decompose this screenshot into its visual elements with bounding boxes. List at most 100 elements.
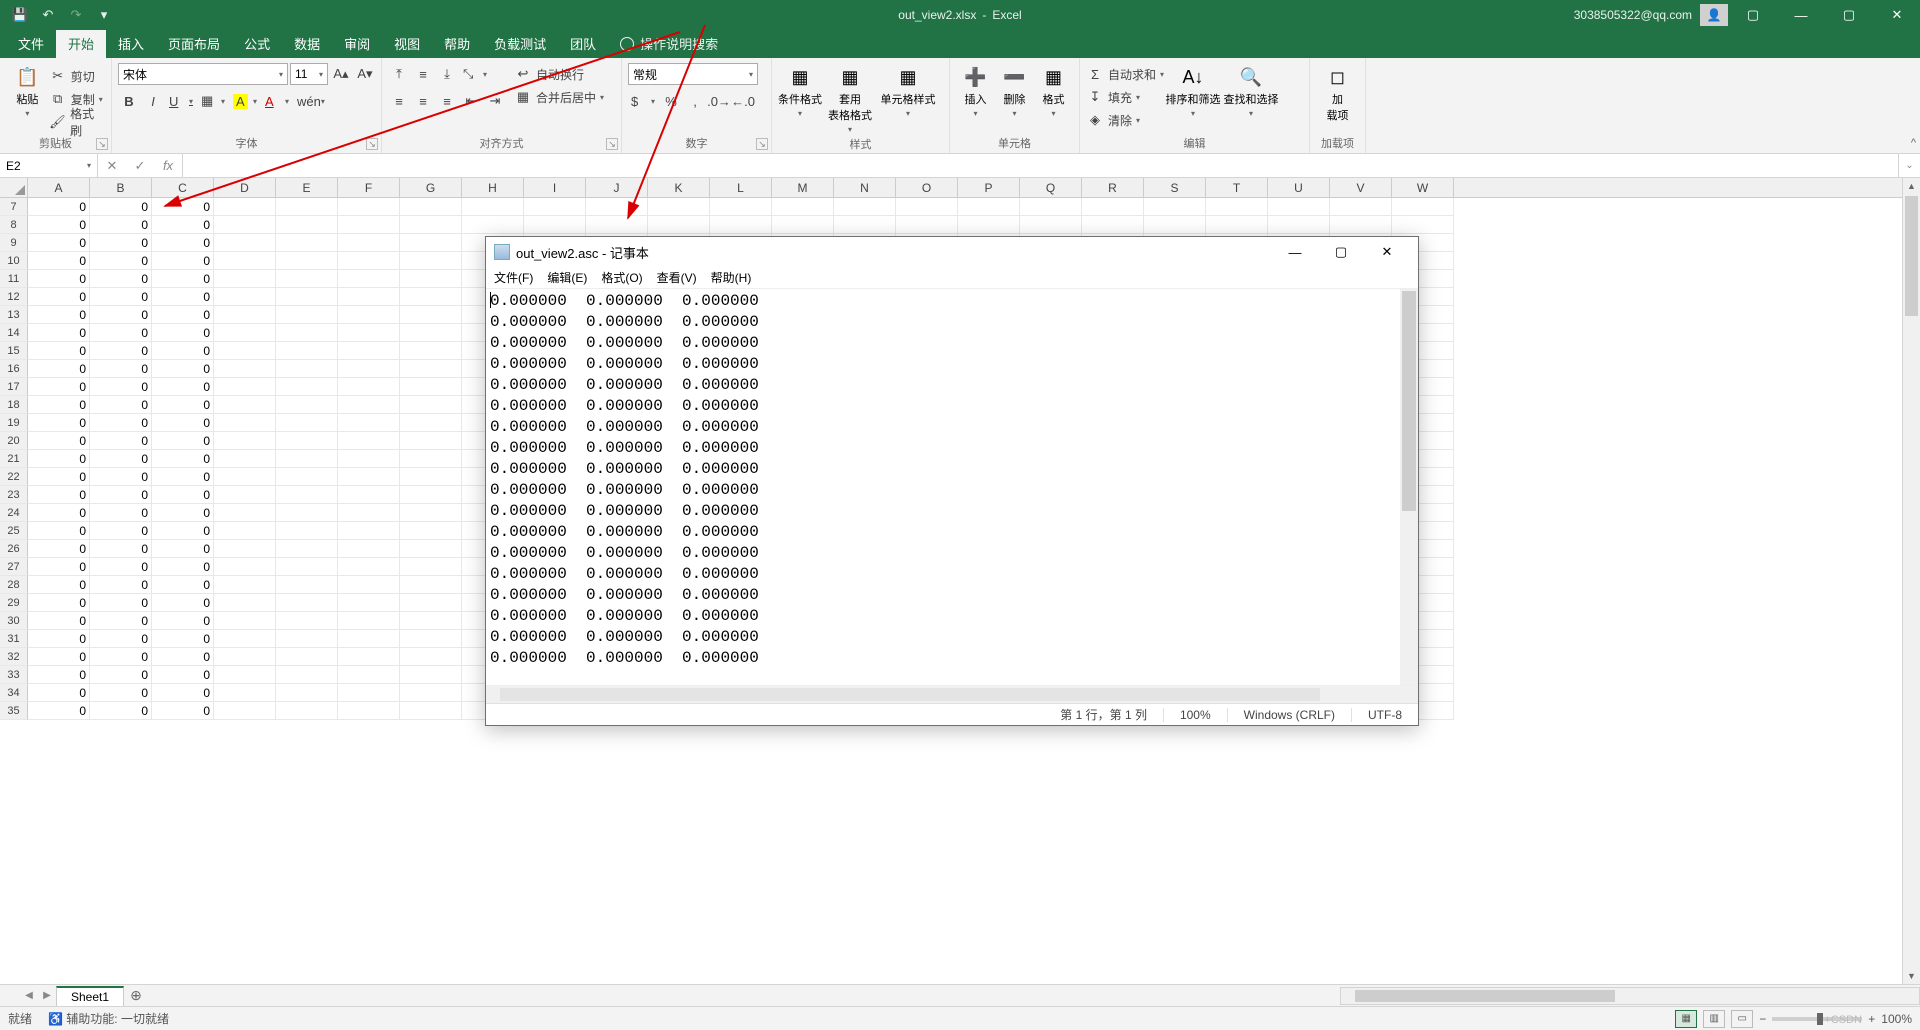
cell[interactable]: 0	[28, 540, 90, 558]
scroll-thumb[interactable]	[1905, 196, 1918, 316]
border-button[interactable]: ▦▾	[198, 90, 228, 112]
cell[interactable]	[276, 522, 338, 540]
col-header-S[interactable]: S	[1144, 178, 1206, 197]
cell[interactable]	[400, 684, 462, 702]
tab-页面布局[interactable]: 页面布局	[156, 29, 232, 58]
cell[interactable]: 0	[28, 324, 90, 342]
number-format-select[interactable]: 常规▾	[628, 63, 758, 85]
cell[interactable]	[214, 630, 276, 648]
avatar-icon[interactable]: 👤	[1700, 4, 1728, 26]
cell[interactable]: 0	[152, 612, 214, 630]
cell[interactable]: 0	[28, 522, 90, 540]
col-header-J[interactable]: J	[586, 178, 648, 197]
cell[interactable]	[958, 216, 1020, 234]
decrease-font-icon[interactable]: A▾	[354, 63, 376, 85]
row-header[interactable]: 22	[0, 468, 28, 486]
cell[interactable]	[400, 522, 462, 540]
cell[interactable]	[896, 198, 958, 216]
col-header-L[interactable]: L	[710, 178, 772, 197]
sort-filter-button[interactable]: A↓排序和筛选▾	[1164, 61, 1222, 118]
col-header-E[interactable]: E	[276, 178, 338, 197]
row-header[interactable]: 8	[0, 216, 28, 234]
tab-公式[interactable]: 公式	[232, 29, 282, 58]
comma-icon[interactable]: ,	[684, 90, 706, 112]
cell[interactable]: 0	[90, 594, 152, 612]
cell[interactable]	[338, 504, 400, 522]
row-header[interactable]: 28	[0, 576, 28, 594]
cell[interactable]	[338, 216, 400, 234]
collapse-ribbon-icon[interactable]: ^	[1911, 137, 1916, 149]
select-all-corner[interactable]	[0, 178, 28, 197]
cell[interactable]	[1330, 198, 1392, 216]
col-header-W[interactable]: W	[1392, 178, 1454, 197]
cell[interactable]: 0	[152, 270, 214, 288]
cell[interactable]	[276, 486, 338, 504]
account-label[interactable]: 3038505322@qq.com	[1568, 8, 1698, 22]
cell[interactable]: 0	[90, 522, 152, 540]
font-name-input[interactable]: 宋体▾	[118, 63, 288, 85]
cell[interactable]: 0	[28, 486, 90, 504]
cell[interactable]	[958, 198, 1020, 216]
col-header-C[interactable]: C	[152, 178, 214, 197]
cell[interactable]: 0	[152, 486, 214, 504]
cell[interactable]: 0	[152, 414, 214, 432]
notepad-hscroll[interactable]	[486, 685, 1418, 703]
cell[interactable]: 0	[152, 648, 214, 666]
cell[interactable]: 0	[28, 234, 90, 252]
cell[interactable]: 0	[90, 414, 152, 432]
name-box[interactable]: E2▾	[0, 154, 98, 177]
tell-me-search[interactable]: 操作说明搜索	[608, 29, 730, 58]
cell[interactable]: 0	[28, 450, 90, 468]
align-right-icon[interactable]: ≡	[436, 90, 458, 112]
cell[interactable]: 0	[152, 378, 214, 396]
col-header-A[interactable]: A	[28, 178, 90, 197]
cell[interactable]	[214, 666, 276, 684]
format-as-table-button[interactable]: ▦套用 表格格式▾	[822, 61, 878, 134]
clipboard-launcher[interactable]: ↘	[96, 138, 108, 150]
cell[interactable]	[586, 198, 648, 216]
cut-button[interactable]: ✂剪切	[49, 65, 105, 87]
cell[interactable]	[276, 630, 338, 648]
cell[interactable]	[276, 378, 338, 396]
tab-帮助[interactable]: 帮助	[432, 29, 482, 58]
sheet-nav-prev-icon[interactable]: ◀	[20, 990, 38, 1001]
tab-数据[interactable]: 数据	[282, 29, 332, 58]
notepad-menu-item[interactable]: 编辑(E)	[547, 269, 587, 286]
cell[interactable]	[400, 378, 462, 396]
cell[interactable]	[400, 540, 462, 558]
cell[interactable]	[214, 522, 276, 540]
zoom-in-button[interactable]: +	[1868, 1012, 1875, 1026]
cell[interactable]: 0	[28, 414, 90, 432]
row-header[interactable]: 27	[0, 558, 28, 576]
cell[interactable]: 0	[90, 432, 152, 450]
row-header[interactable]: 15	[0, 342, 28, 360]
cell[interactable]	[214, 234, 276, 252]
cell[interactable]: 0	[28, 306, 90, 324]
cell[interactable]: 0	[90, 342, 152, 360]
sheet-nav-next-icon[interactable]: ▶	[38, 990, 56, 1001]
cell[interactable]	[586, 216, 648, 234]
cell[interactable]: 0	[28, 504, 90, 522]
cell[interactable]: 0	[152, 450, 214, 468]
cell[interactable]: 0	[28, 666, 90, 684]
cell[interactable]: 0	[28, 252, 90, 270]
cell[interactable]	[338, 540, 400, 558]
cell[interactable]	[648, 216, 710, 234]
cell[interactable]	[276, 540, 338, 558]
number-launcher[interactable]: ↘	[756, 138, 768, 150]
add-sheet-button[interactable]: ⊕	[124, 987, 148, 1004]
notepad-titlebar[interactable]: out_view2.asc - 记事本 — ▢ ✕	[486, 237, 1418, 267]
cell[interactable]	[400, 594, 462, 612]
col-header-F[interactable]: F	[338, 178, 400, 197]
cancel-formula-icon[interactable]: ✕	[98, 158, 126, 174]
row-header[interactable]: 33	[0, 666, 28, 684]
font-launcher[interactable]: ↘	[366, 138, 378, 150]
col-header-R[interactable]: R	[1082, 178, 1144, 197]
cell[interactable]	[462, 216, 524, 234]
font-size-input[interactable]: 11▾	[290, 63, 328, 85]
row-header[interactable]: 18	[0, 396, 28, 414]
cell[interactable]: 0	[28, 558, 90, 576]
col-header-G[interactable]: G	[400, 178, 462, 197]
row-header[interactable]: 16	[0, 360, 28, 378]
increase-font-icon[interactable]: A▴	[330, 63, 352, 85]
